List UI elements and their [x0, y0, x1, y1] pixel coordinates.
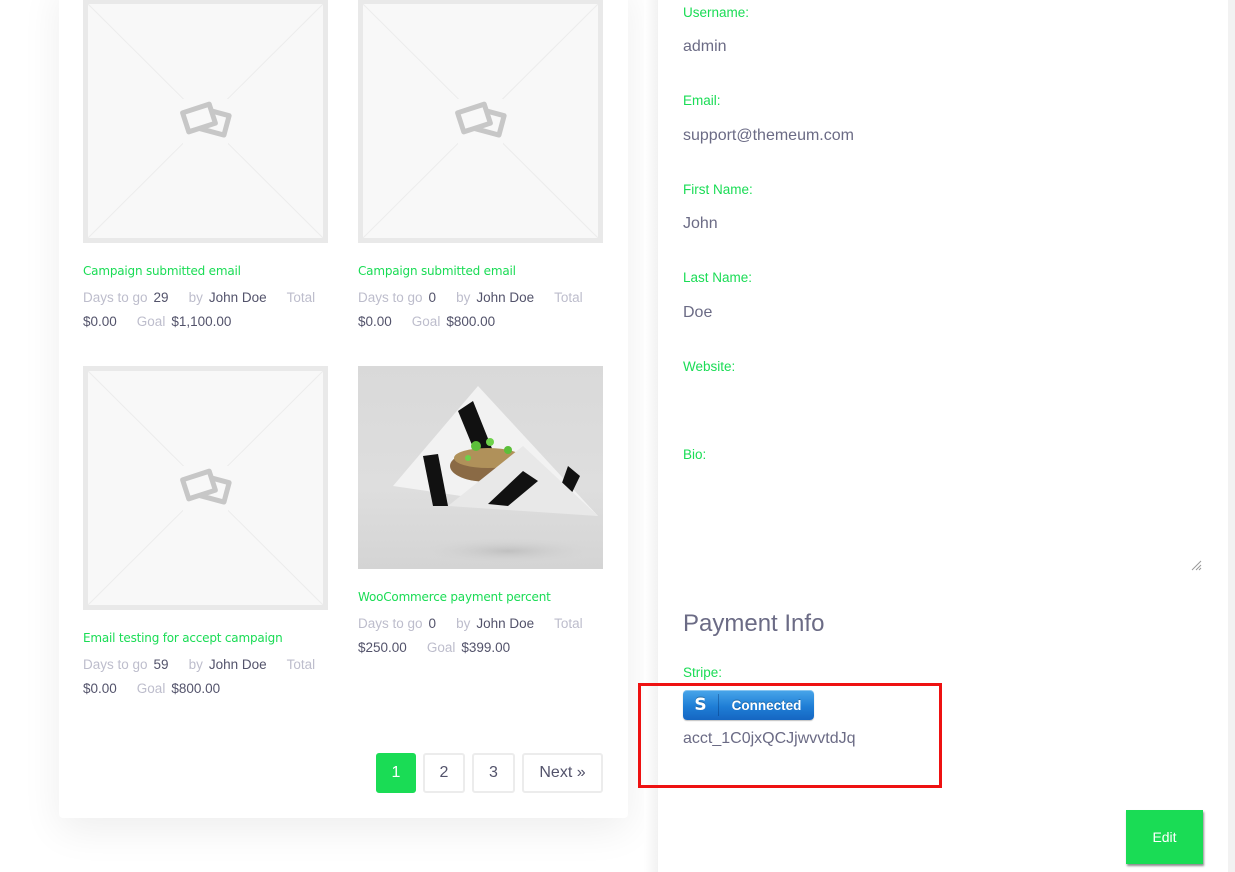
goal-label: Goal [411, 314, 441, 329]
page-2-button[interactable]: 2 [423, 753, 465, 793]
campaign-card[interactable]: Campaign submitted email Days to go 29 by J… [83, 0, 328, 334]
goal-label: Goal [136, 314, 166, 329]
campaign-image-placeholder[interactable] [83, 366, 328, 610]
next-page-button[interactable]: Next » [522, 753, 603, 793]
goal-value: $800.00 [446, 314, 496, 329]
website-label: Website: [683, 359, 736, 374]
bio-label: Bio: [683, 447, 707, 462]
total-value: $250.00 [358, 640, 407, 655]
days-to-go-label: Days to go [83, 657, 148, 672]
campaign-card[interactable]: WooCommerce payment percent Days to go 0 b… [358, 366, 603, 660]
image-placeholder-icon [454, 101, 507, 138]
total-label: Total [286, 657, 316, 672]
by-label: by [456, 290, 471, 305]
days-to-go-value: 0 [428, 290, 437, 305]
edit-button[interactable]: Edit [1126, 810, 1203, 864]
goal-label: Goal [136, 681, 166, 696]
total-value: $0.00 [83, 681, 117, 696]
total-label: Total [554, 616, 583, 631]
campaign-card[interactable]: Campaign submitted email Days to go 0 by Jo… [358, 0, 603, 334]
goal-value: $399.00 [461, 640, 511, 655]
by-label: by [456, 616, 471, 631]
campaign-title[interactable]: Campaign submitted email [358, 264, 603, 278]
goal-value: $1,100.00 [171, 314, 232, 329]
total-value: $0.00 [83, 314, 117, 329]
campaign-title[interactable]: WooCommerce payment percent [358, 590, 603, 604]
campaign-title[interactable]: Email testing for accept campaign [83, 631, 328, 645]
campaign-image-placeholder[interactable] [83, 0, 328, 243]
total-value: $0.00 [358, 314, 392, 329]
campaign-image-food-photo[interactable] [358, 366, 603, 569]
username-label: Username: [683, 5, 750, 20]
goal-value: $800.00 [171, 681, 221, 696]
image-placeholder-icon [179, 468, 232, 505]
by-label: by [188, 657, 203, 672]
days-to-go-label: Days to go [358, 616, 423, 631]
total-label: Total [286, 290, 316, 305]
first-name-label: First Name: [683, 182, 753, 197]
campaign-meta: Days to go 0 by John Doe Total $0.00 Goal $800… [358, 286, 603, 334]
first-name-value: John [683, 215, 718, 232]
author-name[interactable]: John Doe [476, 616, 534, 631]
campaign-title[interactable]: Campaign submitted email [83, 264, 328, 278]
pagination: 1 2 3 Next » [376, 753, 603, 793]
campaign-meta: Days to go 29 by John Doe Total $0.00 Goal $1,… [83, 286, 328, 334]
highlight-box [638, 683, 942, 788]
campaign-card[interactable]: Email testing for accept campaign Days t… [83, 366, 328, 701]
days-to-go-value: 59 [153, 657, 169, 672]
payment-info-heading: Payment Info [683, 610, 825, 637]
username-value: admin [683, 38, 727, 55]
bio-textarea[interactable] [683, 478, 1204, 573]
page-edge [1228, 0, 1235, 872]
goal-label: Goal [426, 640, 456, 655]
by-label: by [188, 290, 203, 305]
food-wrap-illustration [393, 386, 603, 565]
page-1-button[interactable]: 1 [376, 753, 416, 793]
campaign-image-placeholder[interactable] [358, 0, 603, 243]
campaign-meta: Days to go 59 by John Doe Total $0.00 Goal $80… [83, 653, 328, 701]
author-name[interactable]: John Doe [209, 290, 267, 305]
page-3-button[interactable]: 3 [472, 753, 515, 793]
author-name[interactable]: John Doe [209, 657, 267, 672]
email-label: Email: [683, 93, 721, 108]
email-value: support@themeum.com [683, 127, 854, 144]
last-name-label: Last Name: [683, 270, 753, 285]
image-placeholder-icon [179, 101, 232, 138]
campaign-meta: Days to go 0 by John Doe Total $250.00 Goal $3… [358, 612, 603, 660]
days-to-go-label: Days to go [358, 290, 423, 305]
days-to-go-label: Days to go [83, 290, 148, 305]
stripe-label: Stripe: [683, 665, 723, 680]
last-name-value: Doe [683, 304, 713, 321]
days-to-go-value: 29 [153, 290, 169, 305]
resize-handle-icon[interactable] [1190, 559, 1202, 571]
days-to-go-value: 0 [428, 616, 437, 631]
author-name[interactable]: John Doe [476, 290, 534, 305]
total-label: Total [554, 290, 583, 305]
